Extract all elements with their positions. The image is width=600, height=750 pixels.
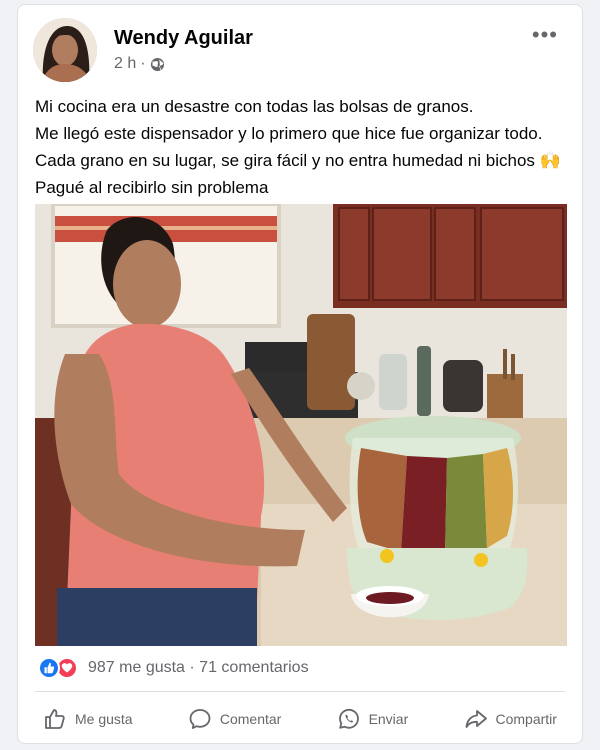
reactions-count-text[interactable]: 987 me gusta · 71 comentarios [88, 659, 309, 677]
like-reaction-icon [38, 657, 60, 679]
avatar[interactable] [33, 18, 97, 82]
kitchen-scene-illustration [35, 204, 567, 646]
post-time[interactable]: 2 h [114, 55, 136, 73]
comment-button-label: Comentar [219, 711, 282, 727]
meta-separator: · [140, 55, 146, 72]
post-text-line: Pagué al recibirlo sin problema [35, 178, 269, 197]
send-button-label: Enviar [368, 711, 409, 727]
send-button[interactable]: Enviar [329, 699, 417, 739]
comment-bubble-icon [189, 709, 211, 729]
reactions-summary[interactable]: 987 me gusta · 71 comentarios [38, 657, 309, 679]
post-text: Mi cocina era un desastre con todas las … [35, 93, 570, 201]
post-photo[interactable] [35, 204, 567, 646]
share-button-label: Compartir [495, 711, 557, 727]
avatar-photo [33, 18, 97, 82]
post-actions-bar: Me gusta Comentar Enviar Compartir [35, 699, 565, 739]
post-text-line: Cada grano en su lugar, se gira fácil y … [35, 151, 561, 170]
post-text-line: Mi cocina era un desastre con todas las … [35, 97, 474, 116]
post-meta: 2 h · [114, 55, 165, 73]
like-button-label: Me gusta [75, 711, 133, 727]
post-text-line: Me llegó este dispensador y lo primero q… [35, 124, 543, 143]
share-arrow-icon [465, 710, 487, 728]
comment-button[interactable]: Comentar [180, 699, 289, 739]
more-options-icon[interactable]: ••• [532, 24, 558, 46]
divider [35, 691, 565, 692]
thumbs-up-icon [45, 709, 65, 729]
globe-icon [150, 57, 164, 71]
author-name[interactable]: Wendy Aguilar [114, 27, 253, 50]
post-card: Wendy Aguilar 2 h · ••• Mi cocina era un… [17, 4, 583, 744]
share-button[interactable]: Compartir [456, 699, 565, 739]
whatsapp-icon [338, 708, 359, 729]
like-button[interactable]: Me gusta [35, 699, 141, 739]
